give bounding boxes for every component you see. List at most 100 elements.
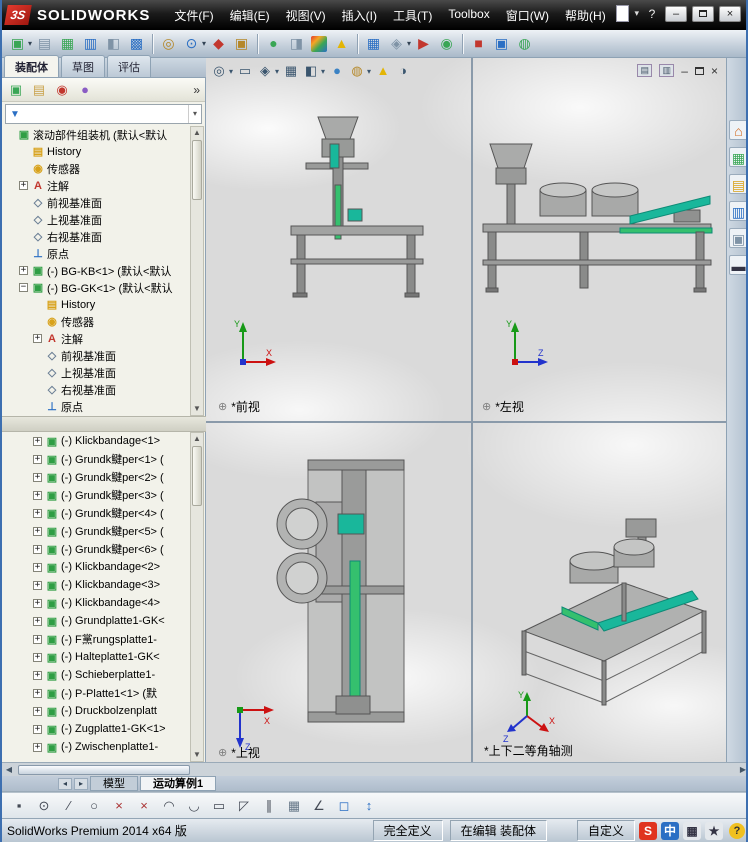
menu-tools[interactable]: 工具(T) xyxy=(385,3,440,28)
tree-item[interactable]: + ▣ (-) P-Platte1<1> (默 xyxy=(2,684,191,702)
tree-item[interactable]: ◇ 上视基准面 xyxy=(2,364,191,381)
hide-show-items-icon[interactable]: ● xyxy=(328,62,346,80)
tree-item[interactable]: ◉ 传感器 xyxy=(2,160,191,177)
viewport-button-a[interactable]: ▤ xyxy=(637,64,653,77)
menu-help[interactable]: 帮助(H) xyxy=(557,3,614,28)
feature-tree-icon[interactable]: ▣ xyxy=(7,81,25,99)
ime-settings-icon[interactable]: ★ xyxy=(705,821,723,840)
home-icon[interactable]: ⌂ xyxy=(728,120,746,140)
expand-icon[interactable]: + xyxy=(33,454,42,464)
viewport-horizontal-splitter[interactable] xyxy=(206,421,726,423)
viewport-restore-button[interactable] xyxy=(694,66,704,75)
tree-item[interactable]: + ▣ (-) Grundk鰎per<6> ( xyxy=(2,540,191,558)
expand-icon[interactable]: + xyxy=(33,706,42,716)
chevron-down-icon[interactable]: ▾ xyxy=(229,67,233,76)
parallel-relation-icon[interactable]: ∥ xyxy=(260,797,278,815)
expand-icon[interactable]: + xyxy=(33,334,42,343)
tree-item[interactable]: + ▣ (-) Grundk鰎per<3> ( xyxy=(2,486,191,504)
scroll-thumb[interactable] xyxy=(18,764,190,775)
chevron-down-icon[interactable]: ▾ xyxy=(275,67,279,76)
tab-nav-right-icon[interactable]: ▸ xyxy=(74,777,88,790)
tab-motion-study[interactable]: 运动算例1 xyxy=(140,776,217,791)
toolbar-icon-simulation[interactable]: ▦ xyxy=(363,33,384,54)
tree-item[interactable]: ▤ History xyxy=(2,143,191,160)
reorder-icon[interactable]: ↕ xyxy=(360,797,378,815)
scroll-down-icon[interactable]: ▼ xyxy=(191,749,203,761)
display-manager-icon[interactable]: ● xyxy=(76,81,94,99)
property-manager-icon[interactable]: ▤ xyxy=(30,81,48,99)
tree-item[interactable]: + ▣ (-) Halteplatte1-GK< xyxy=(2,648,191,666)
chevron-down-icon[interactable]: ▾ xyxy=(202,39,206,48)
tree-item[interactable]: ◇ 前视基准面 xyxy=(2,194,191,211)
expand-icon[interactable]: + xyxy=(33,508,42,518)
file-explorer-icon[interactable]: ▤ xyxy=(728,174,746,194)
menu-file[interactable]: 文件(F) xyxy=(166,3,221,28)
status-customize[interactable]: 自定义 xyxy=(576,820,635,841)
expand-icon[interactable]: − xyxy=(19,283,28,292)
tree-scrollbar-lower[interactable]: ▲ ▼ xyxy=(190,432,204,762)
viewport-close-button[interactable]: × xyxy=(711,65,718,77)
graphics-area[interactable]: ◎ ▾ ▭ ◈ ▾ ▦ ◧ ▾ ● ◍ ▾ ▲ ◑ ▤ ▥ – × Y X Y … xyxy=(206,58,726,762)
help-icon[interactable]: ? xyxy=(644,7,660,21)
tree-root[interactable]: ▣ 滚动部件组装机 (默认<默认 xyxy=(2,126,191,143)
expand-icon[interactable]: + xyxy=(19,266,28,275)
viewport-button-b[interactable]: ▥ xyxy=(659,64,675,77)
tree-item[interactable]: − ▣ (-) BG-GK<1> (默认<默认 xyxy=(2,279,191,296)
scroll-thumb[interactable] xyxy=(192,140,202,200)
tree-item[interactable]: + ▣ (-) Zwischenplatte1- xyxy=(2,738,191,756)
trim-tool-icon[interactable]: × xyxy=(110,797,128,815)
restore-button[interactable] xyxy=(692,5,714,22)
tree-item[interactable]: ◇ 右视基准面 xyxy=(2,228,191,245)
tab-model[interactable]: 模型 xyxy=(90,776,138,791)
filter-input[interactable] xyxy=(24,105,188,123)
view-orientation-icon[interactable]: ▦ xyxy=(282,62,300,80)
tree-item[interactable]: + ▣ (-) Grundplatte1-GK< xyxy=(2,612,191,630)
tree-item[interactable]: + ▣ (-) Druckbolzenplatt xyxy=(2,702,191,720)
expand-icon[interactable]: + xyxy=(33,490,42,500)
toolbar-icon-options[interactable]: ▣ xyxy=(491,33,512,54)
expand-icon[interactable]: + xyxy=(33,634,42,644)
zoom-fit-icon[interactable]: ◎ xyxy=(210,62,228,80)
menu-view[interactable]: 视图(V) xyxy=(278,3,334,28)
expand-icon[interactable]: + xyxy=(33,724,42,734)
minimize-button[interactable]: – xyxy=(665,5,687,22)
expand-icon[interactable]: + xyxy=(33,598,42,608)
rectangle-tool-icon[interactable]: ▭ xyxy=(210,797,228,815)
tree-item[interactable]: + ▣ (-) F黨rungsplatte1- xyxy=(2,630,191,648)
circle-tool-icon[interactable]: ⊙ xyxy=(35,797,53,815)
line-tool-icon[interactable]: ∕ xyxy=(60,797,78,815)
scroll-right-icon[interactable]: ▶ xyxy=(736,764,746,776)
appearances-icon[interactable]: ▣ xyxy=(728,228,746,248)
tab-assembly[interactable]: 装配体 xyxy=(4,55,59,77)
viewport-minimize-button[interactable]: – xyxy=(681,65,688,77)
tree-item[interactable]: ▤ History xyxy=(2,296,191,313)
tree-item[interactable]: + ▣ (-) Klickbandage<3> xyxy=(2,576,191,594)
ime-sogou-icon[interactable]: S xyxy=(639,821,657,840)
expand-icon[interactable]: + xyxy=(33,526,42,536)
tree-item[interactable]: + ▣ (-) Schieberplatte1- xyxy=(2,666,191,684)
tree-item[interactable]: + ▣ (-) Klickbandage<1> xyxy=(2,432,191,450)
zoom-area-icon[interactable]: ▭ xyxy=(236,62,254,80)
view-palette-icon[interactable]: ▥ xyxy=(728,201,746,221)
chamfer-tool-icon[interactable]: ◸ xyxy=(235,797,253,815)
toolbar-icon-interference[interactable]: ● xyxy=(263,33,284,54)
menu-insert[interactable]: 插入(I) xyxy=(334,3,385,28)
toolbar-icon-warning[interactable]: ▲ xyxy=(331,33,352,54)
tree-item[interactable]: + ▣ (-) Klickbandage<4> xyxy=(2,594,191,612)
expand-icon[interactable]: + xyxy=(33,544,42,554)
toolbar-icon-render[interactable]: ◍ xyxy=(514,33,535,54)
tangent-arc-tool-icon[interactable]: ◡ xyxy=(185,797,203,815)
expand-icon[interactable]: + xyxy=(33,688,42,698)
toolbar-icon-appearance[interactable] xyxy=(311,35,328,52)
scroll-thumb[interactable] xyxy=(192,446,202,506)
tree-item[interactable]: + ▣ (-) Grundk鰎per<5> ( xyxy=(2,522,191,540)
quick-help-icon[interactable]: ? xyxy=(729,822,745,839)
expand-icon[interactable]: + xyxy=(33,580,42,590)
tree-item[interactable]: + A 注解 xyxy=(2,177,191,194)
tree-item[interactable]: ◇ 右视基准面 xyxy=(2,381,191,398)
expand-icon[interactable]: + xyxy=(33,562,42,572)
custom-properties-icon[interactable]: ▬ xyxy=(728,255,746,275)
apply-scene-icon[interactable]: ▲ xyxy=(374,62,392,80)
tree-scrollbar-upper[interactable]: ▲ ▼ xyxy=(190,126,204,416)
configuration-manager-icon[interactable]: ◉ xyxy=(53,81,71,99)
